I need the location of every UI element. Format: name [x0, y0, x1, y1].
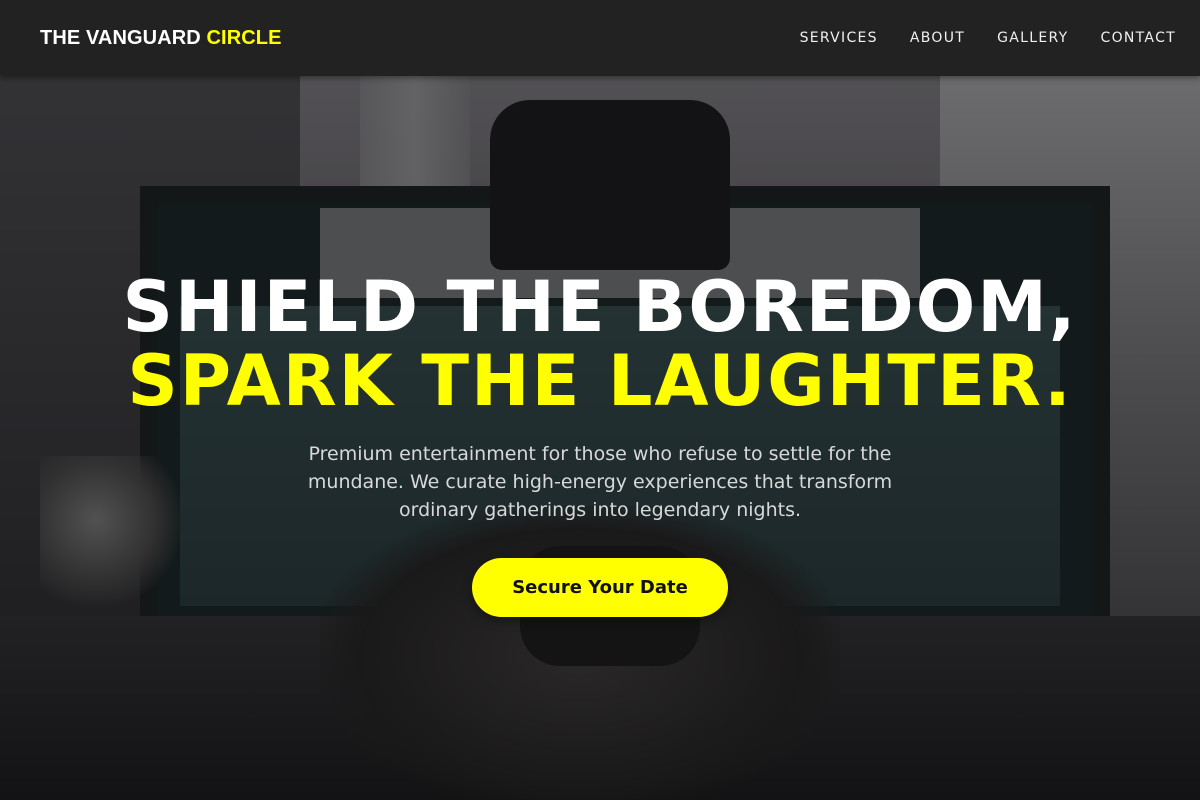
site-header: THE VANGUARD CIRCLE SERVICES ABOUT GALLE…	[0, 0, 1200, 76]
secure-date-button[interactable]: Secure Your Date	[472, 558, 728, 617]
hero-content: SHIELD THE BOREDOM, SPARK THE LAUGHTER. …	[0, 270, 1200, 617]
brand-accent: CIRCLE	[206, 26, 282, 49]
nav-services[interactable]: SERVICES	[800, 30, 878, 46]
main-nav: SERVICES ABOUT GALLERY CONTACT	[800, 30, 1176, 46]
nav-gallery[interactable]: GALLERY	[997, 30, 1068, 46]
headline-line-2: SPARK THE LAUGHTER.	[127, 340, 1073, 422]
hero-subtext: Premium entertainment for those who refu…	[307, 443, 893, 521]
hero-section: SHIELD THE BOREDOM, SPARK THE LAUGHTER. …	[0, 76, 1200, 800]
headline-line-1: SHIELD THE BOREDOM,	[122, 266, 1078, 348]
nav-contact[interactable]: CONTACT	[1101, 30, 1177, 46]
brand-main: THE VANGUARD	[40, 26, 201, 49]
nav-about[interactable]: ABOUT	[910, 30, 965, 46]
hero-headline: SHIELD THE BOREDOM, SPARK THE LAUGHTER.	[0, 270, 1200, 418]
brand-logo[interactable]: THE VANGUARD CIRCLE	[40, 27, 282, 50]
